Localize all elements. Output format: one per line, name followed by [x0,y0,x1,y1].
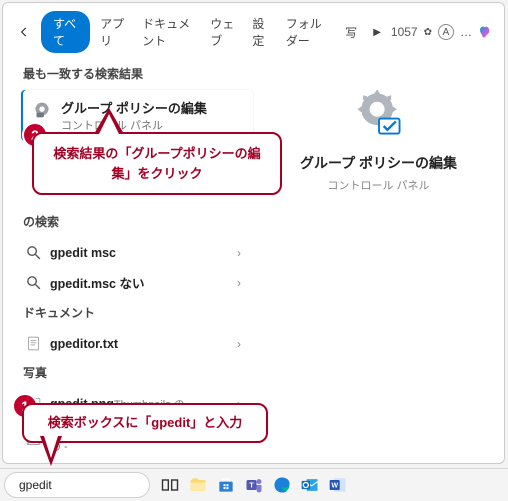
callout-step-2: 検索結果の「グループポリシーの編集」をクリック [32,132,282,195]
copilot-icon[interactable] [478,24,494,40]
taskbar-searchbox[interactable] [4,472,150,498]
tab-photos[interactable]: 写 [339,20,363,45]
more-triangle[interactable]: ▶ [367,23,387,42]
preview-title: グループ ポリシーの編集 [263,153,494,173]
gpedit-icon [31,99,53,121]
section-documents: ドキュメント [23,304,253,321]
best-match-sub: コントロール パネル [61,117,207,133]
taskbar-icons: T W [160,475,348,495]
gpedit-large-icon [351,85,407,141]
tab-web[interactable]: ウェブ [204,11,242,53]
search-icon [25,244,42,261]
txt-file-icon [25,335,42,352]
preview-sub: コントロール パネル [263,177,494,193]
section-photos: 写真 [23,364,253,381]
badge-count: 1057 [391,25,418,39]
chevron-right-icon: › [237,276,241,290]
preview-pane: グループ ポリシーの編集 コントロール パネル [263,59,504,464]
teams-icon[interactable]: T [244,475,264,495]
store-icon[interactable] [216,475,236,495]
search-input[interactable] [19,478,174,492]
web-result-1[interactable]: gpedit msc › [21,238,253,267]
search-icon [25,274,42,291]
svg-text:T: T [249,481,254,490]
task-view-icon[interactable] [160,475,180,495]
callout-tail-1 [36,436,66,466]
badge-icon: ✿ [424,27,432,38]
topbar: すべて アプリ ドキュメント ウェブ 設定 フォルダー 写 ▶ 1057 ✿ A… [3,3,504,59]
svg-text:W: W [331,482,338,490]
letter-a-icon[interactable]: A [438,24,454,40]
back-icon[interactable] [17,25,31,39]
doc-result-1[interactable]: gpeditor.txt › [21,329,253,358]
section-best-match: 最も一致する検索結果 [23,65,253,82]
word-icon[interactable]: W [328,475,348,495]
best-match-title: グループ ポリシーの編集 [61,98,207,117]
tab-settings[interactable]: 設定 [246,11,275,53]
section-web-search: の検索 [23,213,253,230]
tab-folders[interactable]: フォルダー [280,11,335,53]
result-label: gpedit.msc ない [50,273,144,292]
ellipsis-icon[interactable]: … [460,25,472,39]
result-label: gpedit msc [50,246,116,260]
tab-all[interactable]: すべて [41,11,90,53]
result-label: gpeditor.txt [50,337,118,351]
tab-documents[interactable]: ドキュメント [136,11,200,53]
chevron-right-icon: › [237,246,241,260]
outlook-icon[interactable] [300,475,320,495]
search-window: すべて アプリ ドキュメント ウェブ 設定 フォルダー 写 ▶ 1057 ✿ A… [2,2,505,464]
chevron-right-icon: › [237,337,241,351]
web-result-2[interactable]: gpedit.msc ない › [21,267,253,298]
explorer-icon[interactable] [188,475,208,495]
callout-tail-2 [94,108,124,134]
taskbar: T W [0,468,508,501]
tab-apps[interactable]: アプリ [94,11,132,53]
edge-icon[interactable] [272,475,292,495]
